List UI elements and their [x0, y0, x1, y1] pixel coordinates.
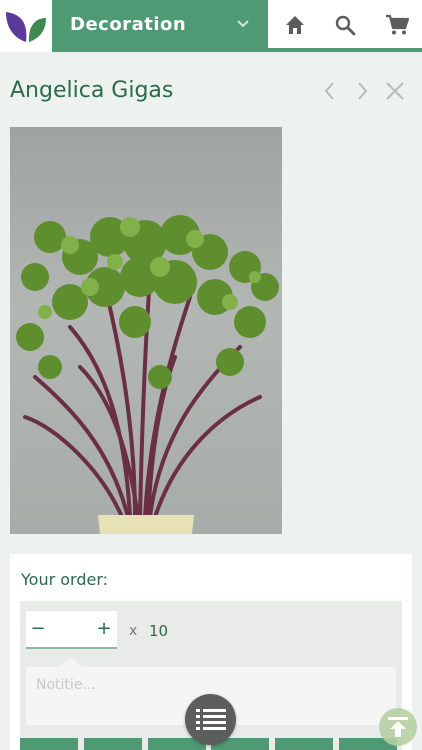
home-button[interactable] — [270, 0, 320, 52]
search-icon — [335, 15, 356, 36]
quantity-input[interactable] — [52, 617, 90, 641]
category-label: Decoration — [70, 14, 187, 35]
cart-button[interactable] — [371, 0, 421, 52]
scroll-to-top-icon — [388, 717, 408, 737]
multiply-sign: x — [129, 623, 138, 639]
app-header: Decoration — [0, 0, 422, 52]
product-image — [10, 127, 282, 534]
unit-quantity: 10 — [149, 622, 169, 640]
pack-button[interactable] — [84, 738, 142, 750]
pack-button[interactable] — [20, 738, 78, 750]
product-title: Angelica Gigas — [10, 78, 174, 103]
chevron-down-icon — [237, 20, 249, 28]
pack-button[interactable] — [275, 738, 333, 750]
note-pointer — [58, 657, 82, 667]
home-icon — [286, 16, 304, 34]
list-button[interactable] — [185, 694, 236, 745]
decrement-button[interactable]: − — [26, 617, 50, 641]
close-icon[interactable] — [384, 80, 406, 102]
cart-icon — [386, 14, 409, 35]
search-button[interactable] — [320, 0, 370, 52]
scroll-to-top-button[interactable] — [379, 708, 417, 746]
chevron-left-icon[interactable] — [320, 80, 340, 102]
quantity-stepper: − + — [26, 611, 117, 649]
increment-button[interactable]: + — [92, 617, 116, 641]
order-label: Your order: — [21, 570, 109, 589]
leaf-logo-icon[interactable] — [0, 0, 52, 52]
list-icon — [196, 709, 226, 730]
category-dropdown[interactable]: Decoration — [52, 0, 268, 52]
chevron-right-icon[interactable] — [352, 80, 372, 102]
